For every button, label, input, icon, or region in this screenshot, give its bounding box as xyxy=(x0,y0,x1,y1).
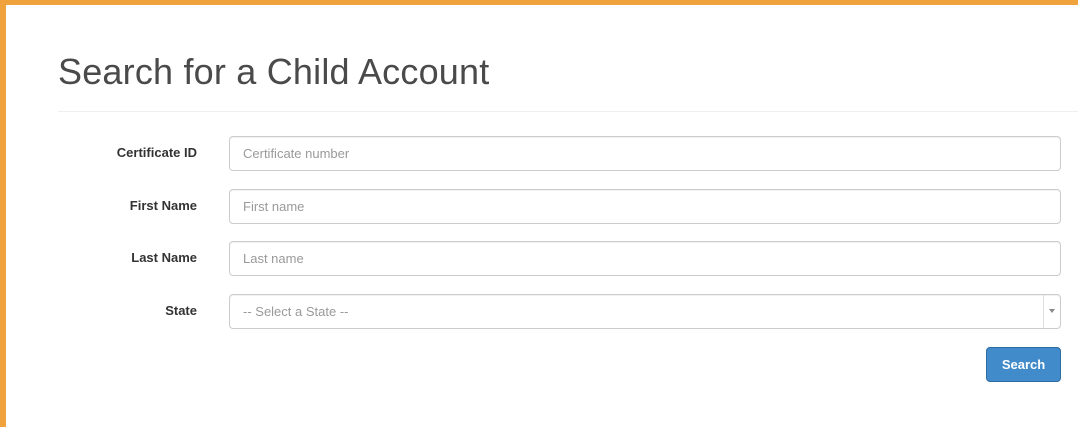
first-name-row: First Name xyxy=(22,189,1077,225)
select-arrow[interactable] xyxy=(1043,295,1060,328)
search-panel: Search for a Child Account Certificate I… xyxy=(22,9,1078,428)
state-label: State xyxy=(165,303,197,318)
state-row: State -- Select a State -- xyxy=(22,294,1077,330)
first-name-label: First Name xyxy=(129,198,197,213)
title-divider xyxy=(58,111,1078,112)
chevron-down-icon xyxy=(1049,309,1055,313)
page-title: Search for a Child Account xyxy=(58,51,490,92)
certificate-id-row: Certificate ID xyxy=(22,136,1077,172)
state-select[interactable]: -- Select a State -- xyxy=(229,294,1061,329)
last-name-row: Last Name xyxy=(22,241,1077,277)
last-name-input[interactable] xyxy=(229,241,1061,276)
certificate-id-label: Certificate ID xyxy=(116,145,197,160)
window-frame: Search for a Child Account Certificate I… xyxy=(0,0,1078,428)
last-name-label: Last Name xyxy=(131,250,197,265)
certificate-id-input[interactable] xyxy=(229,136,1061,171)
state-select-value: -- Select a State -- xyxy=(243,304,349,319)
first-name-input[interactable] xyxy=(229,189,1061,224)
search-button[interactable]: Search xyxy=(986,347,1061,382)
